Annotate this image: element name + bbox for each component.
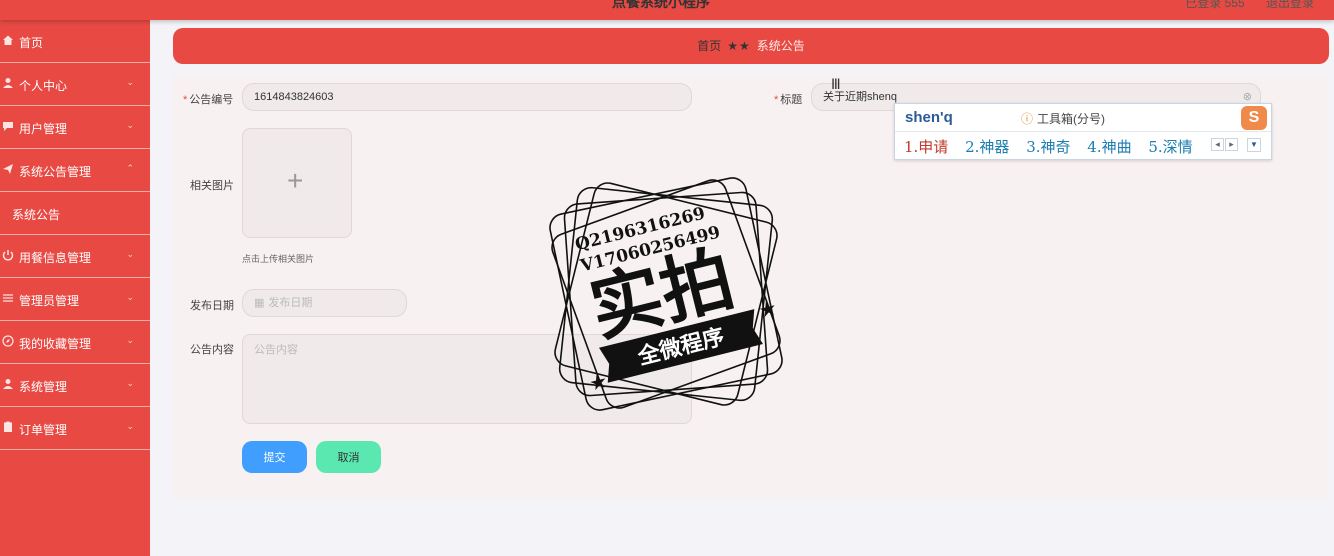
breadcrumb: 首页 ★★ 系统公告 <box>173 28 1329 64</box>
upload-hint: 点击上传相关图片 <box>242 254 315 264</box>
date-input[interactable]: ▦ 发布日期 <box>242 289 407 317</box>
image-upload[interactable]: + <box>242 128 352 238</box>
app-title: 点餐系统小程序 <box>612 0 710 10</box>
notice-no-input[interactable]: 1614843824603 <box>242 83 692 111</box>
ime-candidate[interactable]: 1.申请 <box>904 138 948 156</box>
logout-link[interactable]: 退出登录 <box>1266 0 1314 10</box>
chevron-down-icon: ⌄ <box>126 421 134 431</box>
ime-divider <box>895 131 1271 132</box>
sidebar-item-label: 用餐信息管理 <box>19 251 92 265</box>
header-right: 已登录 555 退出登录 <box>1167 0 1314 11</box>
prev-page-icon[interactable]: ◂ <box>1211 138 1224 151</box>
sidebar-item-dining-info[interactable]: 用餐信息管理 ⌄ <box>0 235 150 278</box>
sidebar-subitem-notice[interactable]: 系统公告 <box>0 192 150 235</box>
logged-in-user: 已登录 555 <box>1185 0 1245 10</box>
chevron-down-icon: ⌄ <box>126 77 134 87</box>
sidebar-item-profile[interactable]: 个人中心 ⌄ <box>0 63 150 106</box>
submit-button[interactable]: 提交 <box>242 441 307 473</box>
sogou-logo-icon: S <box>1241 106 1267 130</box>
sidebar-item-label: 首页 <box>19 36 44 50</box>
text-cursor-icon: Ⅲ <box>831 76 841 92</box>
image-label: 相关图片 <box>190 180 234 192</box>
sidebar-item-label: 系统公告管理 <box>19 165 92 179</box>
sidebar-item-label: 订单管理 <box>19 423 68 437</box>
sidebar-item-label: 用户管理 <box>19 122 68 136</box>
top-header: 点餐系统小程序 已登录 555 退出登录 <box>0 0 1334 20</box>
compass-icon <box>2 335 14 347</box>
sidebar-item-label: 个人中心 <box>19 79 68 93</box>
chevron-down-icon: ⌄ <box>126 292 134 302</box>
breadcrumb-current: 系统公告 <box>756 39 805 53</box>
ime-candidate[interactable]: 2.神器 <box>965 138 1009 156</box>
power-icon <box>2 250 14 261</box>
sidebar-item-label: 系统管理 <box>19 380 68 394</box>
chevron-down-icon: ⌄ <box>126 335 134 345</box>
content-textarea[interactable]: 公告内容 <box>242 334 692 424</box>
date-placeholder: 发布日期 <box>268 297 313 309</box>
sidebar-item-favorites-management[interactable]: 我的收藏管理 ⌄ <box>0 321 150 364</box>
notice-no-label: * 公告编号 <box>183 94 234 106</box>
sidebar-item-order-management[interactable]: 订单管理 ⌄ <box>0 407 150 450</box>
sidebar-subitem-label: 系统公告 <box>12 208 61 222</box>
chat-icon <box>3 122 13 131</box>
sliders-icon <box>3 294 13 302</box>
title-label: * 标题 <box>774 94 803 106</box>
sidebar-item-label: 我的收藏管理 <box>19 337 92 351</box>
ime-composition: shen'q <box>905 109 953 126</box>
breadcrumb-home[interactable]: 首页 <box>697 39 721 53</box>
sidebar: 首页 个人中心 ⌄ 用户管理 ⌄ 系统公告管理 ⌃ 系统公告 用餐信息管理 ⌄ … <box>0 20 150 556</box>
plus-icon: + <box>287 165 304 196</box>
chevron-down-icon: ⌄ <box>126 120 134 130</box>
send-icon <box>3 164 13 174</box>
sidebar-item-admin-management[interactable]: 管理员管理 ⌄ <box>0 278 150 321</box>
ime-candidate-window: shen'q ⓘ 工具箱(分号) S 1.申请 2.神器 3.神奇 4.神曲 5.… <box>894 103 1272 160</box>
ime-page-arrows[interactable]: ◂ ▸ <box>1211 138 1239 151</box>
chevron-down-icon: ⌄ <box>126 378 134 388</box>
user-icon <box>3 78 13 88</box>
ime-toolbox[interactable]: ⓘ 工具箱(分号) <box>1021 110 1105 127</box>
breadcrumb-separator: ★★ <box>727 39 751 53</box>
cancel-button[interactable]: 取消 <box>316 441 381 473</box>
ime-candidate[interactable]: 5.深情 <box>1148 138 1192 156</box>
ime-expand-icon[interactable]: ▼ <box>1247 138 1261 152</box>
ime-candidate[interactable]: 4.神曲 <box>1087 138 1131 156</box>
clipboard-icon <box>4 421 12 432</box>
calendar-icon: ▦ <box>254 297 265 309</box>
next-page-icon[interactable]: ▸ <box>1225 138 1238 151</box>
sidebar-item-users[interactable]: 用户管理 ⌄ <box>0 106 150 149</box>
sidebar-item-home[interactable]: 首页 <box>0 20 150 63</box>
ime-candidate[interactable]: 3.神奇 <box>1026 138 1070 156</box>
user-icon <box>3 379 13 389</box>
chevron-down-icon: ⌄ <box>126 249 134 259</box>
home-icon <box>3 35 13 45</box>
sidebar-item-system-management[interactable]: 系统管理 ⌄ <box>0 364 150 407</box>
date-label: 发布日期 <box>190 300 234 312</box>
info-icon: ⓘ <box>1021 112 1034 126</box>
sidebar-item-notice-management[interactable]: 系统公告管理 ⌃ <box>0 149 150 192</box>
sidebar-item-label: 管理员管理 <box>19 294 80 308</box>
ime-candidates: 1.申请 2.神器 3.神奇 4.神曲 5.深情 <box>904 136 1205 157</box>
content-label: 公告内容 <box>190 344 234 356</box>
chevron-up-icon: ⌃ <box>126 163 134 173</box>
